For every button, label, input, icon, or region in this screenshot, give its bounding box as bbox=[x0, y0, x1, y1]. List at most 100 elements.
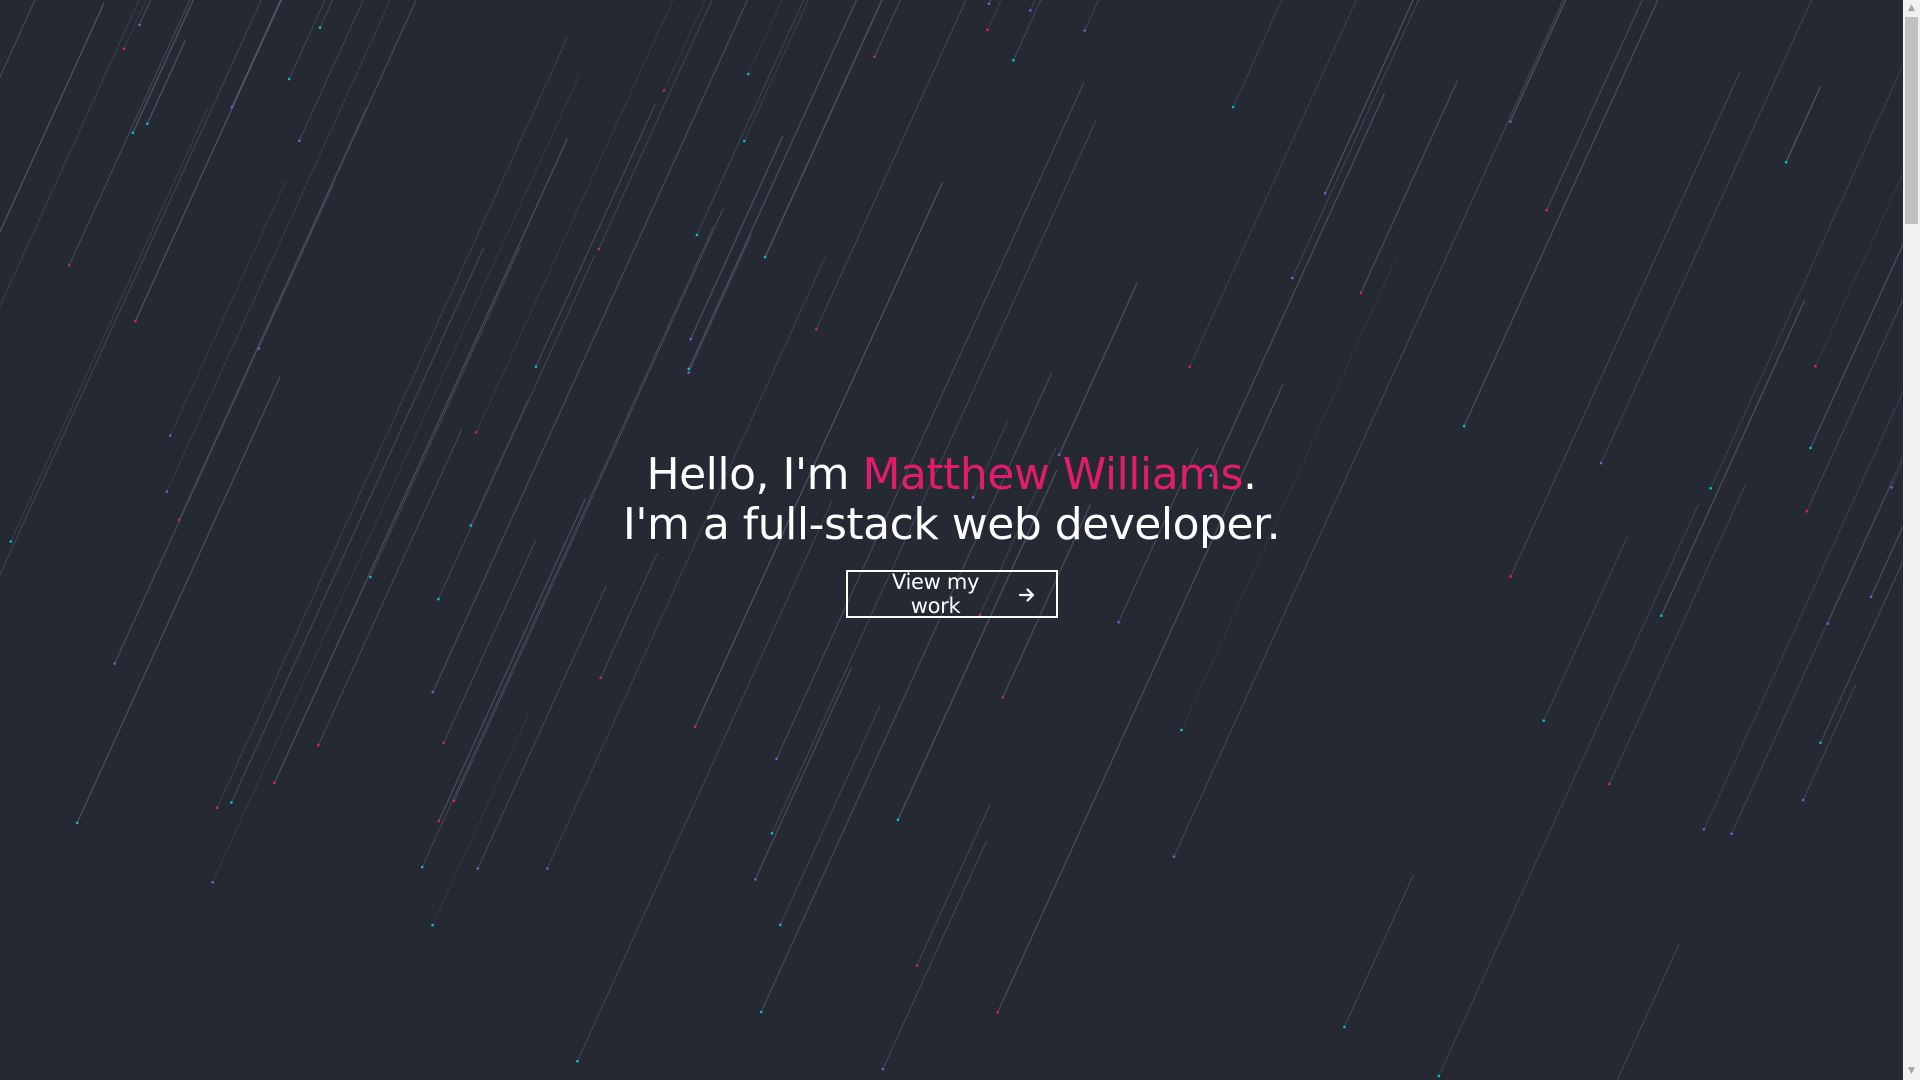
background-particle bbox=[122, 47, 126, 50]
background-particle bbox=[689, 337, 692, 341]
scrollbar-thumb[interactable] bbox=[1905, 17, 1918, 224]
hero-heading-line-1: Hello, I'm Matthew Williams. bbox=[0, 450, 1903, 500]
background-particle bbox=[215, 806, 219, 810]
background-streak bbox=[1058, 283, 1138, 456]
background-particle bbox=[743, 139, 746, 143]
background-streak bbox=[216, 37, 568, 808]
background-particle bbox=[287, 77, 291, 81]
background-streak bbox=[1509, 0, 1567, 122]
background-particle bbox=[437, 819, 441, 823]
background-streak bbox=[1084, 0, 1099, 31]
background-streak bbox=[1463, 0, 1659, 427]
background-particle bbox=[75, 821, 79, 825]
background-streak bbox=[764, 0, 883, 258]
background-particle bbox=[146, 122, 149, 126]
background-particle bbox=[775, 757, 778, 761]
background-streak bbox=[319, 0, 334, 28]
background-streak bbox=[169, 179, 287, 436]
background-streak bbox=[477, 586, 607, 869]
background-streak bbox=[882, 841, 987, 1070]
background-particle bbox=[597, 247, 600, 251]
triangle-down-icon[interactable]: ▼ bbox=[1903, 1063, 1920, 1080]
background-particle bbox=[687, 371, 690, 374]
background-streak bbox=[689, 135, 784, 340]
background-particle bbox=[1343, 1025, 1346, 1029]
background-particle bbox=[1029, 9, 1032, 12]
hero: Hello, I'm Matthew Williams. I'm a full-… bbox=[0, 450, 1903, 618]
background-streak bbox=[1210, 93, 1385, 476]
background-streak bbox=[1232, 0, 1283, 108]
background-particle bbox=[211, 880, 214, 884]
background-streak bbox=[1546, 0, 1643, 211]
background-particle bbox=[1359, 291, 1363, 295]
background-particle bbox=[1117, 620, 1120, 624]
background-particle bbox=[1509, 120, 1512, 123]
background-streak bbox=[776, 81, 1085, 759]
background-particle bbox=[1809, 446, 1812, 450]
background-particle bbox=[1819, 741, 1822, 745]
background-streak bbox=[779, 705, 881, 925]
background-particle bbox=[1462, 424, 1466, 428]
view-my-work-button[interactable]: View my work bbox=[845, 570, 1058, 618]
background-particle bbox=[996, 1011, 999, 1014]
background-particle bbox=[695, 233, 699, 237]
background-particle bbox=[987, 2, 991, 6]
background-particle bbox=[475, 431, 478, 434]
background-particle bbox=[747, 72, 750, 76]
background-streak bbox=[475, 0, 674, 433]
background-particle bbox=[317, 743, 320, 747]
background-streak bbox=[747, 0, 783, 75]
background-streak bbox=[1344, 874, 1414, 1028]
home-section: Hello, I'm Matthew Williams. I'm a full-… bbox=[0, 0, 1903, 1080]
background-particle bbox=[599, 676, 602, 680]
background-streak bbox=[687, 234, 752, 373]
background-particle bbox=[815, 328, 818, 331]
background-streak bbox=[916, 804, 991, 966]
background-streak bbox=[0, 2, 105, 234]
background-particle bbox=[67, 264, 71, 267]
background-particle bbox=[1814, 364, 1817, 368]
background-particle bbox=[452, 799, 456, 803]
background-particle bbox=[431, 923, 434, 927]
background-streak bbox=[166, 0, 391, 492]
background-particle bbox=[1188, 365, 1191, 369]
background-particle bbox=[779, 923, 782, 927]
background-particle bbox=[298, 139, 301, 142]
background-streak bbox=[1189, 0, 1357, 367]
background-particle bbox=[986, 28, 989, 32]
background-particle bbox=[273, 781, 276, 785]
background-streak bbox=[815, 0, 967, 330]
background-particle bbox=[113, 662, 116, 665]
background-particle bbox=[1542, 719, 1545, 722]
background-particle bbox=[546, 867, 549, 870]
background-streak bbox=[1600, 0, 1813, 464]
background-streak bbox=[1029, 0, 1036, 11]
background-streak bbox=[0, 0, 36, 79]
background-particle bbox=[1608, 782, 1611, 786]
background-streak bbox=[1616, 942, 1680, 1080]
background-particle bbox=[1801, 798, 1805, 802]
background-streak bbox=[1291, 0, 1420, 279]
background-streak bbox=[1710, 64, 1903, 489]
background-streak bbox=[688, 0, 858, 370]
background-particle bbox=[134, 319, 137, 323]
background-particle bbox=[770, 831, 774, 835]
background-particle bbox=[873, 55, 876, 59]
background-particle bbox=[138, 23, 141, 27]
background-streak bbox=[1012, 0, 1042, 61]
background-streak bbox=[432, 713, 529, 926]
background-particle bbox=[1730, 832, 1733, 835]
triangle-up-icon[interactable]: ▲ bbox=[1903, 0, 1920, 17]
background-particle bbox=[1172, 855, 1176, 858]
page-scrollbar[interactable]: ▲ ▼ bbox=[1903, 0, 1920, 1080]
background-particle bbox=[230, 801, 233, 804]
background-particle bbox=[534, 365, 538, 369]
background-particle bbox=[881, 1067, 885, 1071]
background-particle bbox=[662, 89, 666, 92]
background-streak bbox=[1785, 86, 1821, 163]
background-streak bbox=[986, 0, 1002, 31]
background-particle bbox=[1012, 59, 1015, 62]
background-particle bbox=[1231, 105, 1235, 109]
background-streak bbox=[134, 0, 282, 322]
background-particle bbox=[131, 131, 135, 134]
